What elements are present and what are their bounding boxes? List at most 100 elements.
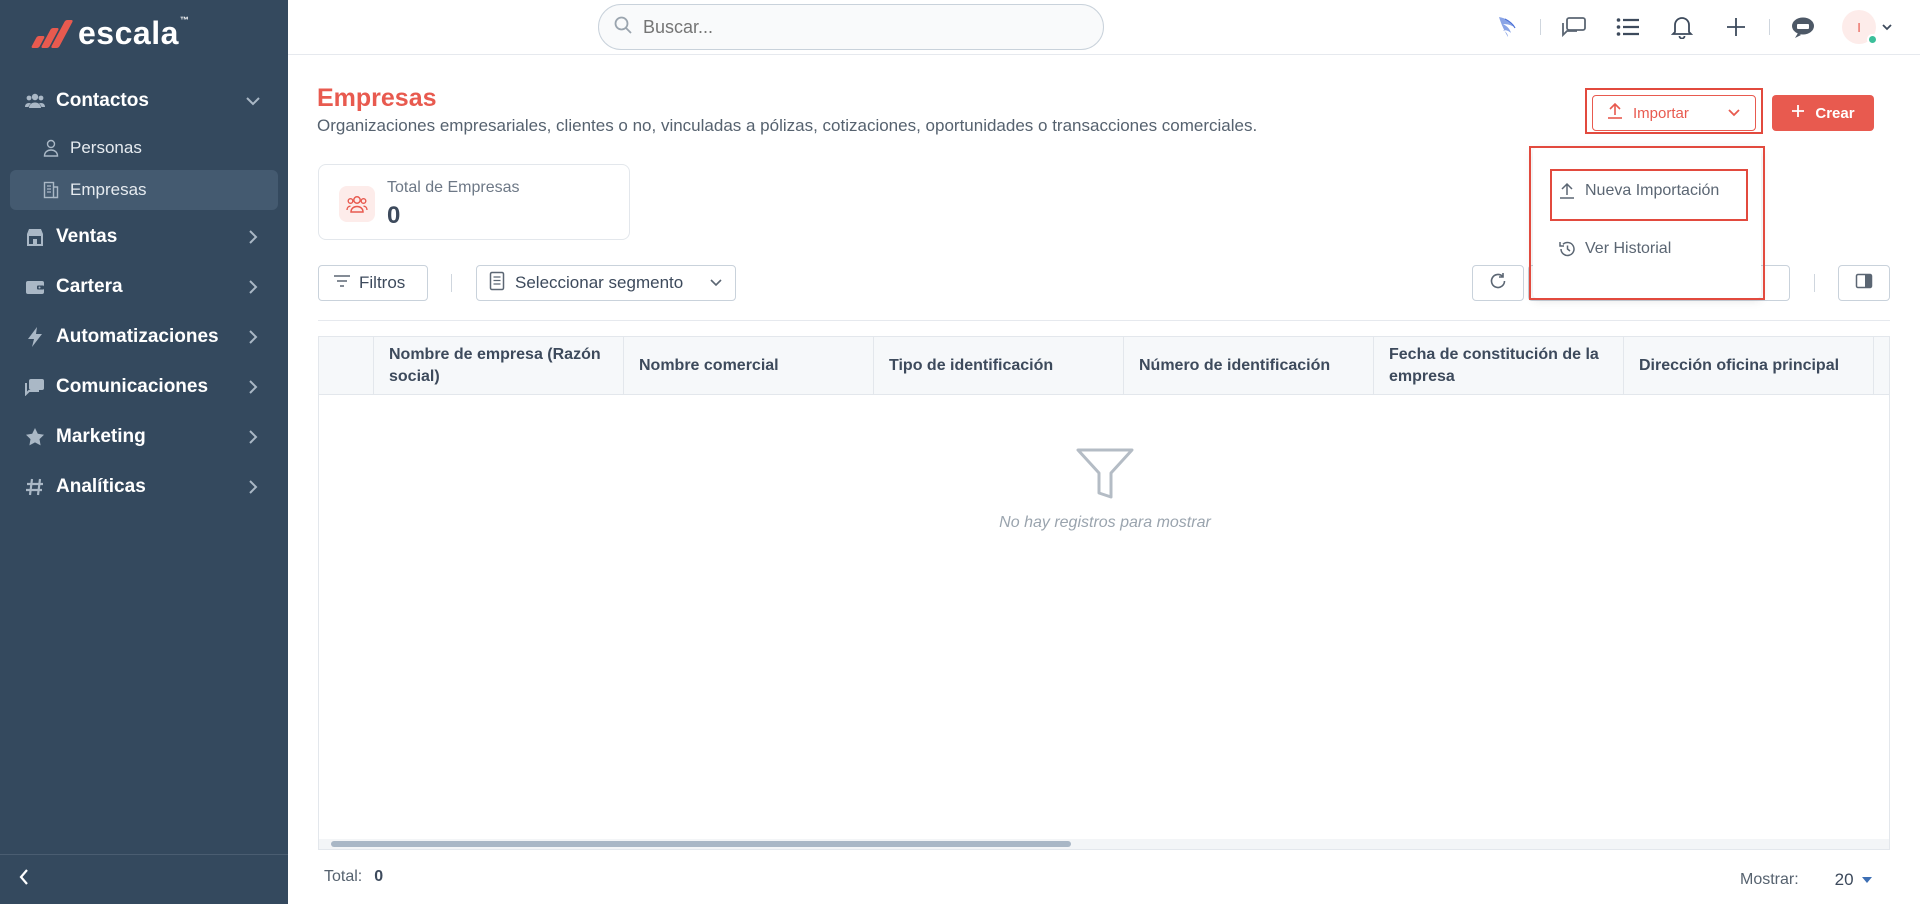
funnel-icon: [1075, 448, 1135, 505]
support-chat-icon[interactable]: [1788, 12, 1818, 42]
toolbar-separator: [1814, 274, 1815, 292]
filters-button[interactable]: Filtros: [318, 265, 428, 301]
column-header[interactable]: Número de identificación: [1124, 337, 1374, 395]
topbar: I: [288, 0, 1920, 55]
import-button[interactable]: Importar: [1592, 95, 1756, 131]
menu-item-view-history[interactable]: Ver Historial: [1551, 226, 1677, 272]
collapse-sidebar-button[interactable]: [0, 854, 288, 904]
scrollbar-thumb[interactable]: [331, 841, 1071, 847]
avatar-initial: I: [1857, 19, 1861, 35]
search-input[interactable]: [643, 16, 1083, 38]
sidebar: escala™ Contactos Personas Empresas Vent…: [0, 0, 288, 904]
search-icon: [613, 15, 633, 40]
filter-lines-icon: [333, 273, 351, 293]
sidebar-item-label: Cartera: [56, 276, 123, 297]
filters-label: Filtros: [359, 273, 406, 292]
history-icon: [1557, 239, 1577, 259]
sidebar-item-analiticas[interactable]: Analíticas: [0, 462, 288, 512]
bird-logo-icon[interactable]: [1492, 12, 1522, 42]
online-status-indicator: [1867, 34, 1878, 45]
divider: [318, 320, 1890, 321]
table-header: Nombre de empresa (Razón social) Nombre …: [319, 337, 1889, 395]
sidebar-item-contactos[interactable]: Contactos: [0, 76, 288, 126]
brand-tm: ™: [179, 14, 190, 25]
show-label: Mostrar:: [1740, 871, 1799, 888]
sidebar-item-marketing[interactable]: Marketing: [0, 412, 288, 462]
columns-toggle-button[interactable]: [1838, 265, 1890, 301]
chevron-down-icon: [242, 90, 264, 112]
caret-down-icon[interactable]: [1861, 871, 1872, 889]
logo-mark-icon: [30, 18, 74, 48]
chevron-right-icon: [242, 426, 264, 448]
bolt-icon: [24, 326, 46, 348]
chevron-left-icon: [18, 868, 30, 891]
select-column-header[interactable]: [319, 337, 374, 395]
sidebar-subitem-label: Empresas: [70, 180, 147, 199]
segment-select[interactable]: Seleccionar segmento: [476, 265, 736, 301]
menu-item-label: Ver Historial: [1585, 240, 1672, 257]
stat-label: Total de Empresas: [387, 179, 520, 196]
plus-icon[interactable]: [1721, 12, 1751, 42]
total-label: Total:: [324, 868, 363, 885]
empty-message: No hay registros para mostrar: [999, 514, 1211, 531]
topbar-separator: [1769, 19, 1770, 35]
sidebar-item-automatizaciones[interactable]: Automatizaciones: [0, 312, 288, 362]
segment-select-label: Seleccionar segmento: [515, 273, 684, 292]
sidebar-subitem-empresas[interactable]: Empresas: [10, 170, 278, 210]
import-dropdown-menu: Nueva Importación Ver Historial: [1533, 148, 1761, 298]
document-icon: [489, 271, 505, 296]
search-box[interactable]: [598, 4, 1104, 50]
brand-logo[interactable]: escala™: [30, 14, 190, 51]
chevron-right-icon: [242, 376, 264, 398]
shop-icon: [24, 226, 46, 248]
import-button-label: Importar: [1633, 104, 1689, 122]
star-icon: [24, 426, 46, 448]
list-icon[interactable]: [1613, 12, 1643, 42]
page-size-select[interactable]: 20: [1835, 870, 1854, 890]
companies-table: Nombre de empresa (Razón social) Nombre …: [318, 336, 1890, 850]
column-header[interactable]: Fecha de constitución de la empresa: [1374, 337, 1624, 395]
sidebar-item-cartera[interactable]: Cartera: [0, 262, 288, 312]
toolbar-separator: [451, 274, 452, 292]
chevron-right-icon: [242, 476, 264, 498]
menu-item-new-import[interactable]: Nueva Importación: [1551, 168, 1725, 214]
column-header[interactable]: Dirección oficina principal: [1624, 337, 1874, 395]
page-size-control: Mostrar: 20: [1740, 870, 1872, 890]
topbar-actions: I: [1480, 0, 1892, 54]
chevron-down-icon[interactable]: [1882, 18, 1892, 36]
columns-icon: [1855, 273, 1873, 294]
sidebar-item-label: Comunicaciones: [56, 376, 209, 397]
sidebar-nav: Contactos Personas Empresas Ventas Carte…: [0, 76, 288, 512]
wallet-icon: [24, 276, 46, 298]
bell-icon[interactable]: [1667, 12, 1697, 42]
user-icon: [42, 139, 60, 157]
users-icon: [339, 186, 375, 222]
messages-icon[interactable]: [1559, 12, 1589, 42]
column-header[interactable]: Tipo de identificación: [874, 337, 1124, 395]
refresh-button[interactable]: [1472, 265, 1524, 301]
upload-icon: [1607, 102, 1623, 124]
horizontal-scrollbar[interactable]: [319, 839, 1889, 849]
total-companies-card: Total de Empresas 0: [318, 164, 630, 240]
page-description: Organizaciones empresariales, clientes o…: [317, 116, 1258, 135]
create-button-label: Crear: [1815, 104, 1855, 122]
sidebar-item-label: Ventas: [56, 226, 118, 247]
sidebar-item-label: Automatizaciones: [56, 326, 219, 347]
chevron-right-icon: [242, 226, 264, 248]
chat-icon: [24, 376, 46, 398]
plus-icon: [1791, 104, 1805, 122]
sidebar-subitem-personas[interactable]: Personas: [10, 128, 278, 168]
column-header[interactable]: Nombre comercial: [624, 337, 874, 395]
sidebar-item-comunicaciones[interactable]: Comunicaciones: [0, 362, 288, 412]
avatar[interactable]: I: [1842, 10, 1878, 45]
sidebar-subitem-label: Personas: [70, 138, 142, 157]
users-icon: [24, 90, 46, 112]
sidebar-item-label: Contactos: [56, 90, 149, 111]
chevron-down-icon: [1727, 105, 1741, 122]
column-header[interactable]: C: [1874, 337, 1889, 395]
column-header[interactable]: Nombre de empresa (Razón social): [374, 337, 624, 395]
create-button[interactable]: Crear: [1772, 95, 1874, 131]
sidebar-item-ventas[interactable]: Ventas: [0, 212, 288, 262]
chevron-down-icon: [709, 273, 723, 293]
upload-icon: [1557, 181, 1577, 201]
